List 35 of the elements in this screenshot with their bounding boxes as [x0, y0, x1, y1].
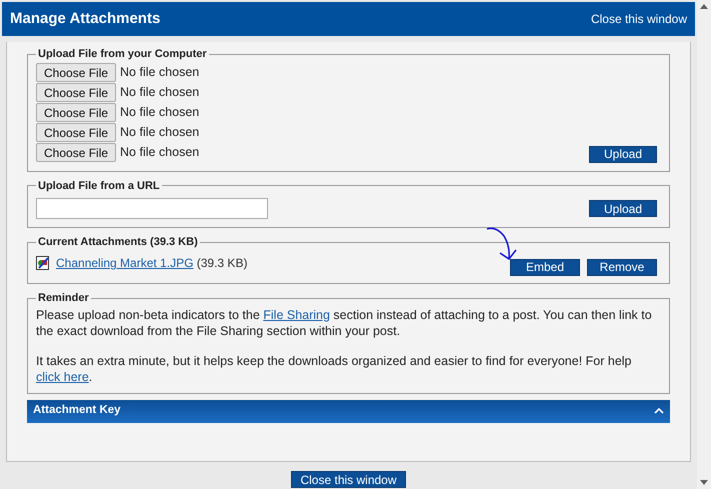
- attachment-action-button[interactable]: Embed: [510, 258, 580, 276]
- attachment-size: (39.3 KB): [196, 256, 248, 270]
- choose-file-button[interactable]: Choose File: [36, 143, 116, 162]
- section-legend: Reminder: [36, 290, 91, 306]
- upload-button[interactable]: Upload: [589, 146, 657, 162]
- section-legend: Upload File from a URL: [36, 178, 162, 194]
- close-window-link[interactable]: Close this window: [590, 10, 687, 28]
- attachment-key-bar[interactable]: Attachment Key: [27, 400, 670, 422]
- url-input-field[interactable]: [36, 198, 268, 219]
- reminder-paragraph: It takes an extra minute, but it helps keep the downloads organized and easier to find for everyone! For help click here.: [36, 352, 632, 384]
- upload-button[interactable]: Upload: [589, 200, 657, 217]
- section-legend: Current Attachments (39.3 KB): [36, 234, 200, 250]
- collapse-chevron-icon[interactable]: [654, 408, 664, 414]
- choose-file-button[interactable]: Choose File: [36, 63, 116, 82]
- help-link[interactable]: click here: [36, 370, 89, 384]
- choose-file-button[interactable]: Choose File: [36, 123, 116, 142]
- file-status: No file chosen: [120, 144, 200, 162]
- attachment-action-button[interactable]: Remove: [587, 258, 657, 276]
- help-link[interactable]: File Sharing: [263, 308, 330, 322]
- file-status: No file chosen: [120, 84, 200, 102]
- section-legend: Upload File from your Computer: [36, 46, 209, 62]
- scroll-up-icon[interactable]: [700, 4, 708, 9]
- file-status: No file chosen: [120, 64, 200, 82]
- reminder-paragraph: Please upload non-beta indicators to the File Sharing section instead of attaching to a post. You can then link to the exact download from the File Sharing section within your post.: [36, 306, 653, 338]
- image-file-icon: [36, 256, 50, 270]
- window-title: Manage Attachments: [10, 8, 160, 29]
- choose-file-button[interactable]: Choose File: [36, 103, 116, 122]
- close-window-button[interactable]: Close this window: [291, 471, 406, 488]
- choose-file-button[interactable]: Choose File: [36, 83, 116, 102]
- file-status: No file chosen: [120, 124, 200, 142]
- file-status: No file chosen: [120, 104, 200, 122]
- scroll-down-icon[interactable]: [700, 480, 708, 485]
- scrollbar[interactable]: [697, 0, 711, 489]
- attachment-link[interactable]: Channeling Market 1.JPG: [56, 256, 194, 270]
- attachment-key-title: Attachment Key: [33, 403, 121, 418]
